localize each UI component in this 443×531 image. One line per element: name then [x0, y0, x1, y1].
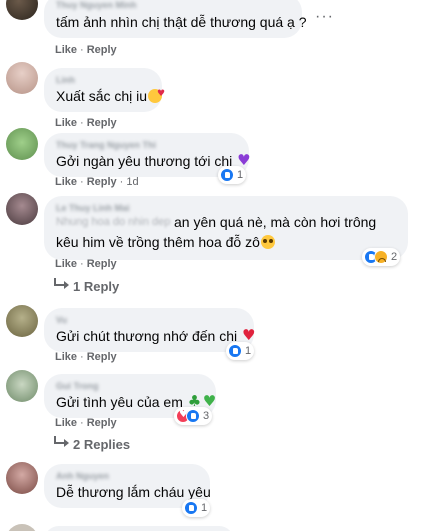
view-replies-link[interactable]: 2 Replies: [73, 437, 130, 452]
avatar[interactable]: [6, 0, 38, 20]
like-link[interactable]: Like: [55, 258, 77, 270]
reaction-summary[interactable]: 3: [174, 407, 213, 425]
comment-text-line1: an yên quá nè, mà còn hơi trông: [174, 214, 377, 230]
separator: ·: [80, 176, 84, 188]
reply-link[interactable]: Reply: [87, 176, 117, 188]
reaction-count: 1: [237, 169, 244, 181]
comment-author[interactable]: Anh Nguyen: [56, 471, 109, 481]
comment-text: tấm ảnh nhìn chị thật dễ thương quá ạ ?: [56, 14, 307, 30]
like-link[interactable]: Like: [55, 44, 77, 56]
comment-text: Xuất sắc chị iu: [56, 85, 165, 106]
reaction-count: 1: [201, 502, 208, 514]
comment-actions: Like · Reply: [55, 258, 117, 270]
comment-actions: Like · Reply: [55, 44, 117, 56]
avatar[interactable]: [6, 462, 38, 494]
comment-text-content: Xuất sắc chị iu: [56, 88, 148, 104]
blurred-text: Nhung hoa do nhin dep: [56, 216, 171, 228]
reaction-summary[interactable]: 1: [182, 499, 211, 517]
more-dots-icon[interactable]: ···: [315, 8, 334, 26]
reply-link[interactable]: Reply: [87, 44, 117, 56]
comment-author[interactable]: Vu: [56, 315, 67, 325]
red-heart-emoji-icon: [242, 326, 256, 345]
comment-bubble: Linh Xuất sắc chị iu: [44, 68, 165, 112]
comment-author[interactable]: Le Thuy Linh Mai: [56, 203, 130, 213]
reaction-summary[interactable]: 1: [226, 342, 255, 360]
kiss-emoji-icon: [148, 85, 165, 104]
view-replies-link[interactable]: 1 Reply: [73, 279, 119, 294]
like-reaction-icon: [220, 168, 234, 182]
comment-text-content: Gửi tình yêu của em: [56, 394, 183, 410]
comment-bubble: Vu Gửi chút thương nhớ đến chị: [44, 308, 256, 352]
avatar[interactable]: [6, 370, 38, 402]
reply-arrow-icon: [54, 436, 69, 447]
comment-author[interactable]: Thuy Trang Nguyen Thi: [56, 140, 156, 150]
like-link[interactable]: Like: [55, 176, 77, 188]
comment-author[interactable]: Gui Trong: [56, 381, 99, 391]
comment-author[interactable]: Thuy Nguyen Minh: [56, 0, 137, 10]
reaction-summary[interactable]: 1: [218, 166, 247, 184]
like-link[interactable]: Like: [55, 417, 77, 429]
separator: ·: [80, 258, 84, 270]
like-link[interactable]: Like: [55, 117, 77, 129]
avatar[interactable]: [6, 524, 38, 531]
comment-actions: Like · Reply: [55, 417, 117, 429]
comment-bubble: Le Thuy Linh Mai Nhung hoa do nhin dep a…: [44, 196, 408, 260]
reaction-count: 3: [203, 410, 210, 422]
like-link[interactable]: Like: [55, 351, 77, 363]
avatar[interactable]: [6, 193, 38, 225]
comment-actions: Like · Reply · 1d: [55, 176, 139, 188]
comment-text-content: Gởi ngàn yêu thương tới chị: [56, 153, 233, 169]
comment-bubble: [44, 526, 234, 531]
comment-text: Gửi chút thương nhớ đến chị: [56, 326, 256, 346]
separator: ·: [119, 176, 124, 188]
separator: ·: [80, 417, 84, 429]
reply-link[interactable]: Reply: [87, 417, 117, 429]
reply-arrow-icon: [54, 278, 69, 289]
reaction-summary[interactable]: 2: [362, 248, 401, 266]
like-reaction-icon: [228, 344, 242, 358]
timestamp[interactable]: 1d: [126, 176, 138, 188]
avatar[interactable]: [6, 305, 38, 337]
comment-actions: Like · Reply: [55, 351, 117, 363]
reply-link[interactable]: Reply: [87, 258, 117, 270]
reaction-count: 2: [391, 251, 398, 263]
comment-bubble: Thuy Nguyen Minh tấm ảnh nhìn chị thật d…: [44, 0, 307, 38]
avatar[interactable]: [6, 128, 38, 160]
comment-text-content: Gửi chút thương nhớ đến chị: [56, 328, 238, 344]
sad-reaction-icon: [374, 250, 388, 264]
comment-text: kêu him về trồng thêm hoa đỗ zô: [56, 233, 275, 252]
like-reaction-icon: [186, 409, 200, 423]
separator: ·: [80, 44, 84, 56]
avatar[interactable]: [6, 62, 38, 94]
reply-link[interactable]: Reply: [87, 351, 117, 363]
reply-link[interactable]: Reply: [87, 117, 117, 129]
separator: ·: [80, 117, 84, 129]
comment-author[interactable]: Linh: [56, 75, 75, 85]
reaction-count: 1: [245, 345, 252, 357]
like-reaction-icon: [184, 501, 198, 515]
pleading-emoji-icon: [260, 235, 275, 249]
comment-actions: Like · Reply: [55, 117, 117, 129]
comment-text-content: kêu him về trồng thêm hoa đỗ zô: [56, 234, 260, 250]
separator: ·: [80, 351, 84, 363]
